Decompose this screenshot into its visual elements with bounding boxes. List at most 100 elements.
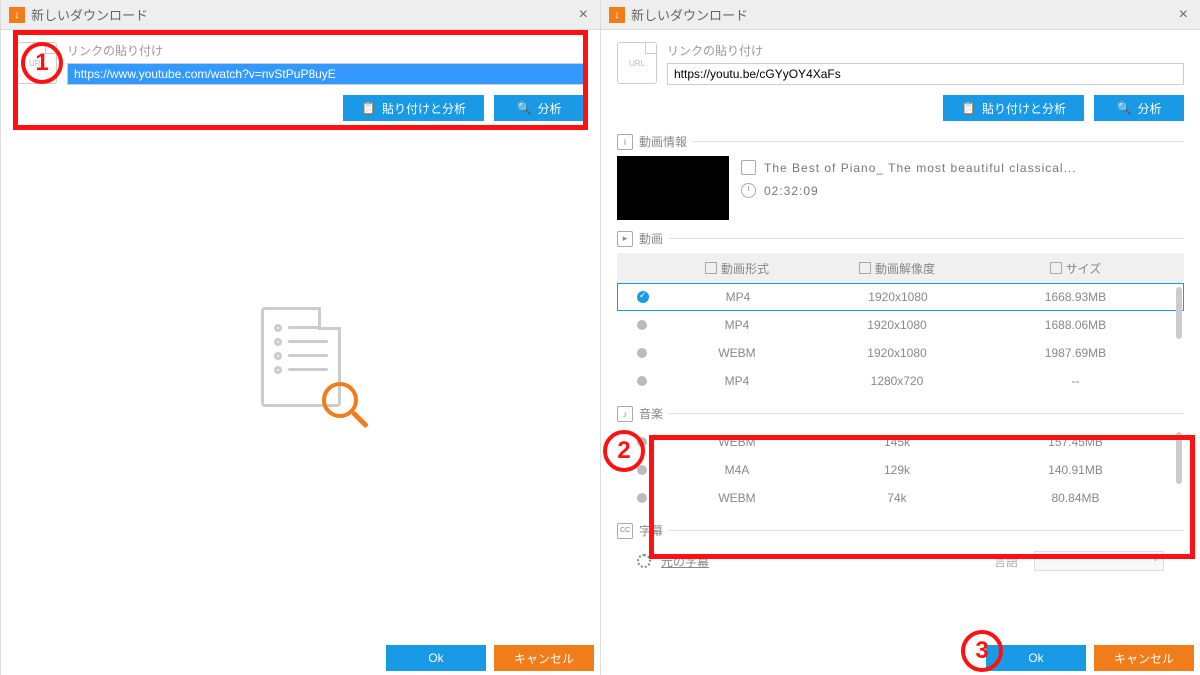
magnifier-icon xyxy=(322,382,358,418)
titlebar-left: ↓ 新しいダウンロード × xyxy=(1,0,600,30)
format-cell: WEBM xyxy=(667,491,807,505)
subtitles-heading: 字幕 xyxy=(639,522,663,539)
left-content: URL リンクの貼り付け 📋 貼り付けと分析 🔍 分析 xyxy=(1,30,600,643)
language-select[interactable] xyxy=(1034,551,1164,571)
size-cell: 140.91MB xyxy=(987,463,1184,477)
resolution-icon xyxy=(859,262,871,274)
video-format-row[interactable]: WEBM1920x10801987.69MB xyxy=(617,339,1184,367)
clipboard-search-icon: 📋 xyxy=(961,101,976,115)
size-cell: 1688.06MB xyxy=(987,318,1184,332)
window-title: 新しいダウンロード xyxy=(631,5,1175,24)
radio-icon[interactable] xyxy=(637,320,647,330)
url-input[interactable] xyxy=(67,63,584,85)
size-cell: 80.84MB xyxy=(987,491,1184,505)
empty-state-icon xyxy=(261,307,341,407)
loading-spinner-icon xyxy=(637,554,651,568)
size-cell: 1668.93MB xyxy=(988,290,1183,304)
link-paste-section: URL リンクの貼り付け 📋 貼り付けと分析 🔍 分析 xyxy=(617,42,1184,121)
size-icon xyxy=(1050,262,1062,274)
info-icon: i xyxy=(617,134,633,150)
duration-text: 02:32:09 xyxy=(764,184,819,198)
video-table-header: 動画形式 動画解像度 サイズ xyxy=(617,253,1184,283)
app-download-icon: ↓ xyxy=(609,7,625,23)
video-format-row[interactable]: MP41920x10801668.93MB xyxy=(617,283,1184,311)
badge-1: 1 xyxy=(21,42,63,84)
radio-icon[interactable] xyxy=(637,376,647,386)
right-content: URL リンクの貼り付け 📋 貼り付けと分析 🔍 分析 xyxy=(601,30,1200,643)
clipboard-search-icon: 📋 xyxy=(361,101,376,115)
file-icon xyxy=(741,160,756,175)
audio-format-row[interactable]: WEBM145k157.45MB xyxy=(617,428,1184,456)
left-footer: Ok キャンセル xyxy=(386,645,600,671)
search-icon: 🔍 xyxy=(517,101,532,115)
resolution-cell: 1280x720 xyxy=(807,374,987,388)
format-cell: MP4 xyxy=(667,374,807,388)
video-icon: ▸ xyxy=(617,231,633,247)
badge-3: 3 xyxy=(961,630,1003,672)
ok-button[interactable]: Ok xyxy=(386,645,486,671)
url-input[interactable] xyxy=(667,63,1184,85)
subtitles-section: CC 字幕 元の字幕 言語 xyxy=(617,522,1184,577)
audio-format-row[interactable]: M4A129k140.91MB xyxy=(617,456,1184,484)
audio-heading: 音楽 xyxy=(639,405,663,422)
video-info-heading: 動画情報 xyxy=(639,133,687,150)
radio-selected-icon[interactable] xyxy=(637,291,649,303)
size-cell: 1987.69MB xyxy=(987,346,1184,360)
scrollbar-thumb[interactable] xyxy=(1176,432,1182,484)
window-title: 新しいダウンロード xyxy=(31,5,575,24)
audio-formats-section: ♪ 音楽 WEBM145k157.45MBM4A129k140.91MBWEBM… xyxy=(617,405,1184,512)
video-info-section: i 動画情報 The Best of Piano_ The most beaut… xyxy=(617,133,1184,220)
radio-icon[interactable] xyxy=(637,465,647,475)
original-subtitles-link[interactable]: 元の字幕 xyxy=(661,553,709,570)
format-cell: WEBM xyxy=(667,435,807,449)
video-title-text: The Best of Piano_ The most beautiful cl… xyxy=(764,161,1077,175)
close-icon[interactable]: × xyxy=(575,6,592,24)
radio-icon[interactable] xyxy=(637,348,647,358)
video-thumbnail xyxy=(617,156,729,220)
analyze-button[interactable]: 🔍 分析 xyxy=(1094,95,1184,121)
video-formats-section: ▸ 動画 動画形式 動画解像度 サイズ MP41920x10801668.93M… xyxy=(617,230,1184,395)
size-cell: 157.45MB xyxy=(987,435,1184,449)
search-icon: 🔍 xyxy=(1117,101,1132,115)
language-label: 言語 xyxy=(994,553,1018,570)
cancel-button[interactable]: キャンセル xyxy=(494,645,594,671)
format-cell: MP4 xyxy=(668,290,808,304)
bitrate-cell: 145k xyxy=(807,435,987,449)
right-footer: Ok キャンセル xyxy=(986,645,1200,671)
paste-analyze-button[interactable]: 📋 貼り付けと分析 xyxy=(343,95,484,121)
link-paste-section: URL リンクの貼り付け 📋 貼り付けと分析 🔍 分析 xyxy=(17,42,584,121)
cancel-button[interactable]: キャンセル xyxy=(1094,645,1194,671)
video-format-row[interactable]: MP41280x720-- xyxy=(617,367,1184,395)
audio-rows-list: WEBM145k157.45MBM4A129k140.91MBWEBM74k80… xyxy=(617,428,1184,512)
bitrate-cell: 129k xyxy=(807,463,987,477)
music-icon: ♪ xyxy=(617,406,633,422)
titlebar-right: ↓ 新しいダウンロード × xyxy=(601,0,1200,30)
format-cell: WEBM xyxy=(667,346,807,360)
resolution-cell: 1920x1080 xyxy=(807,346,987,360)
radio-icon[interactable] xyxy=(637,493,647,503)
video-heading: 動画 xyxy=(639,230,663,247)
format-cell: MP4 xyxy=(667,318,807,332)
format-cell: M4A xyxy=(667,463,807,477)
link-paste-label: リンクの貼り付け xyxy=(667,42,1184,59)
video-rows-list: MP41920x10801668.93MBMP41920x10801688.06… xyxy=(617,283,1184,395)
app-download-icon: ↓ xyxy=(9,7,25,23)
left-pane: ↓ 新しいダウンロード × URL リンクの貼り付け 📋 貼り付けと分析 🔍 分… xyxy=(0,0,600,675)
analyze-button[interactable]: 🔍 分析 xyxy=(494,95,584,121)
clock-icon xyxy=(741,183,756,198)
video-format-row[interactable]: MP41920x10801688.06MB xyxy=(617,311,1184,339)
link-paste-label: リンクの貼り付け xyxy=(67,42,584,59)
resolution-cell: 1920x1080 xyxy=(807,318,987,332)
cc-icon: CC xyxy=(617,523,633,539)
paste-analyze-button[interactable]: 📋 貼り付けと分析 xyxy=(943,95,1084,121)
close-icon[interactable]: × xyxy=(1175,6,1192,24)
size-cell: -- xyxy=(987,374,1184,388)
url-file-icon: URL xyxy=(617,42,657,84)
format-icon xyxy=(705,262,717,274)
resolution-cell: 1920x1080 xyxy=(808,290,988,304)
scrollbar-thumb[interactable] xyxy=(1176,287,1182,339)
bitrate-cell: 74k xyxy=(807,491,987,505)
right-pane: ↓ 新しいダウンロード × URL リンクの貼り付け 📋 貼り付けと分析 🔍 分… xyxy=(600,0,1200,675)
audio-format-row[interactable]: WEBM74k80.84MB xyxy=(617,484,1184,512)
badge-2: 2 xyxy=(603,430,645,472)
